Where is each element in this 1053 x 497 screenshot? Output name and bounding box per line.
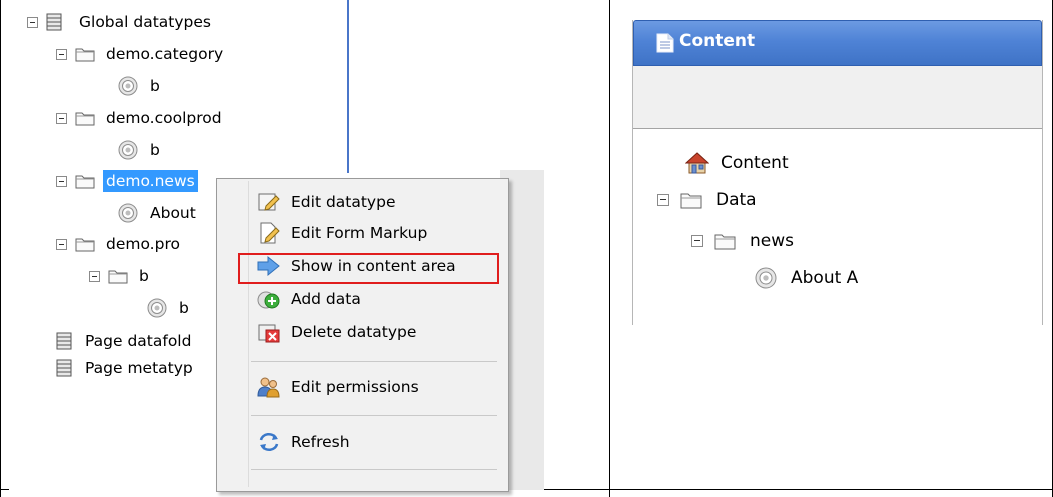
menu-item-label: Edit datatype — [291, 193, 396, 211]
tree-node-demo-coolprod[interactable]: demo.coolprod — [56, 107, 222, 129]
menu-item-label: Refresh — [291, 433, 350, 451]
delete-datatype-icon — [257, 321, 281, 343]
collapse-toggle[interactable] — [56, 175, 67, 187]
menu-item-edit-datatype[interactable]: Edit datatype — [257, 189, 395, 215]
database-icon — [46, 13, 62, 31]
database-icon — [56, 359, 72, 377]
tree-node-coolprod-b[interactable]: b — [118, 139, 160, 161]
collapse-toggle[interactable] — [691, 235, 703, 247]
tree-node-label: b — [150, 77, 160, 95]
menu-icon-gutter — [248, 181, 249, 487]
users-icon — [257, 376, 281, 398]
collapse-toggle[interactable] — [657, 194, 669, 206]
frame-top-left — [0, 0, 1, 497]
frame-divider — [609, 0, 610, 497]
menu-separator — [251, 415, 497, 416]
menu-separator — [251, 469, 497, 470]
tree-node-label-selected: demo.news — [103, 170, 198, 192]
content-panel-header: Content — [633, 20, 1042, 66]
content-node-label: Data — [716, 190, 757, 210]
collapse-toggle[interactable] — [56, 112, 67, 124]
database-icon — [56, 332, 72, 350]
collapse-toggle[interactable] — [56, 48, 67, 60]
tree-node-global-datatypes[interactable]: Global datatypes — [27, 11, 211, 33]
tree-node-label: Page metatyp — [85, 359, 193, 377]
tree-node-label: b — [179, 299, 189, 317]
tree-node-label: About — [150, 204, 196, 222]
tree-node-category-b[interactable]: b — [118, 75, 160, 97]
content-node-label: Content — [721, 153, 789, 173]
tree-node-label: Global datatypes — [79, 13, 211, 31]
collapse-toggle[interactable] — [89, 270, 100, 282]
menu-item-delete-datatype[interactable]: Delete datatype — [257, 319, 416, 345]
menu-item-label: Delete datatype — [291, 323, 417, 341]
menu-item-label: Add data — [291, 290, 361, 308]
menu-item-label: Edit permissions — [291, 378, 419, 396]
tree-node-page-datafolders[interactable]: Page datafold — [56, 330, 191, 352]
context-menu: Edit datatype Edit Form Markup Show in c… — [216, 178, 509, 492]
content-node-news[interactable]: news — [691, 228, 794, 254]
folder-icon — [75, 110, 95, 126]
collapse-toggle[interactable] — [56, 238, 67, 250]
tree-node-label: demo.pro — [106, 235, 180, 253]
content-node-label: news — [750, 231, 794, 251]
tree-node-demo-news[interactable]: demo.news — [56, 170, 198, 192]
menu-item-add-data[interactable]: Add data — [257, 286, 361, 312]
tree-panel-border — [347, 0, 349, 173]
content-node-data[interactable]: Data — [657, 187, 757, 213]
tree-node-label: b — [150, 141, 160, 159]
menu-item-refresh[interactable]: Refresh — [257, 429, 350, 455]
content-node-about-a[interactable]: About A — [755, 265, 858, 291]
tree-node-label: demo.coolprod — [106, 109, 222, 127]
disc-icon — [118, 76, 138, 96]
tree-node-news-about[interactable]: About — [118, 202, 196, 224]
folder-icon — [75, 173, 95, 189]
refresh-icon — [257, 431, 281, 453]
disc-icon — [755, 267, 777, 289]
document-icon — [656, 33, 674, 57]
tree-node-label: Page datafold — [85, 332, 192, 350]
folder-icon — [75, 236, 95, 252]
menu-item-edit-permissions[interactable]: Edit permissions — [257, 374, 419, 400]
tree-node-demo-category[interactable]: demo.category — [56, 43, 223, 65]
folder-icon — [108, 268, 128, 284]
disc-icon — [118, 140, 138, 160]
menu-item-label: Edit Form Markup — [291, 224, 428, 242]
folder-icon — [714, 232, 736, 250]
highlight-annotation — [238, 253, 499, 284]
content-panel: Content Content Data news About A — [632, 20, 1043, 325]
edit-datatype-icon — [257, 191, 281, 213]
content-toolbar — [633, 66, 1042, 129]
panel-title: Content — [679, 31, 756, 51]
tree-node-demo-prod[interactable]: demo.pro — [56, 233, 180, 255]
tree-node-label: b — [139, 267, 149, 285]
tree-node-page-metatypes[interactable]: Page metatyp — [56, 357, 193, 379]
folder-icon — [680, 191, 702, 209]
disc-icon — [147, 298, 167, 318]
folder-icon — [75, 46, 95, 62]
add-data-icon — [257, 288, 281, 310]
content-node-root[interactable]: Content — [684, 150, 789, 176]
edit-form-markup-icon — [257, 222, 281, 244]
content-node-label: About A — [791, 268, 859, 288]
menu-item-edit-form-markup[interactable]: Edit Form Markup — [257, 220, 427, 246]
collapse-toggle[interactable] — [27, 16, 38, 28]
tree-node-label: demo.category — [106, 45, 224, 63]
tree-node-prod-b[interactable]: b — [89, 265, 149, 287]
disc-icon — [118, 203, 138, 223]
tree-node-prod-b-b[interactable]: b — [147, 297, 189, 319]
menu-separator — [251, 361, 497, 362]
home-icon — [684, 152, 710, 174]
